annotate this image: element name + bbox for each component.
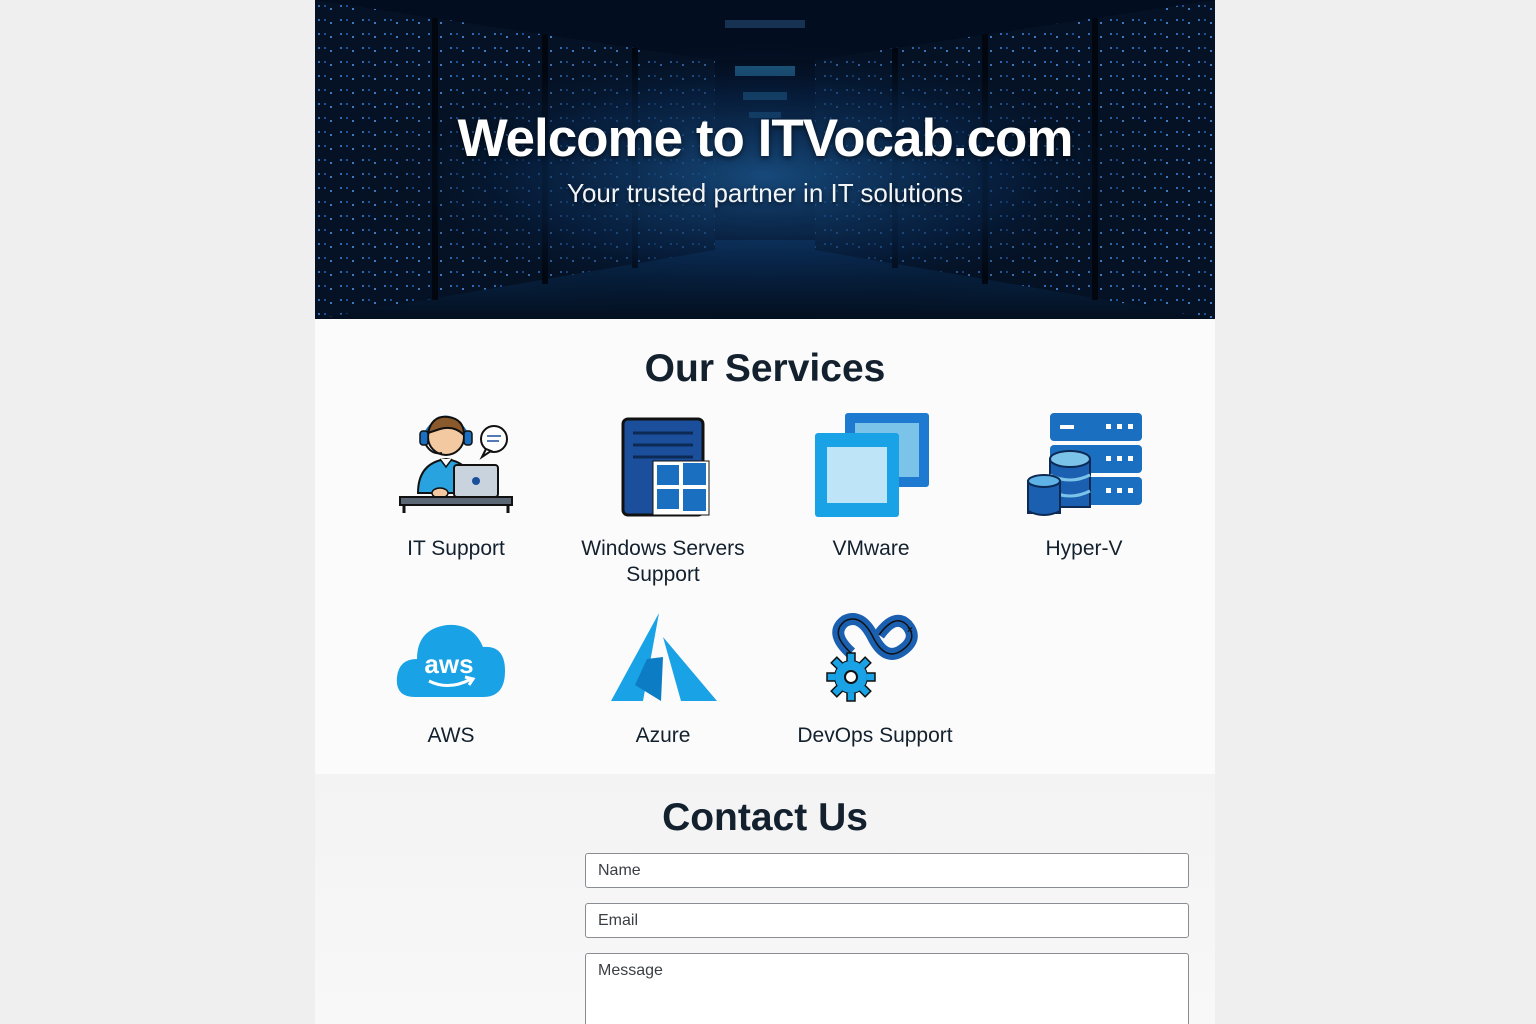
svg-text:×: × (907, 625, 913, 636)
svg-text:aws: aws (424, 649, 473, 679)
vmware-icon (815, 413, 929, 517)
service-card-aws[interactable]: aws AWS (346, 607, 556, 777)
service-card-windows-servers[interactable]: Windows Servers Support (558, 403, 768, 593)
service-label: DevOps Support (797, 724, 953, 747)
devops-gear-icon: × (826, 613, 918, 702)
message-field[interactable] (585, 953, 1189, 1024)
email-field[interactable] (585, 903, 1189, 938)
hero-subtitle: Your trusted partner in IT solutions (566, 178, 963, 208)
azure-icon (611, 613, 717, 701)
service-card-devops[interactable]: × DevOps Support (770, 607, 980, 777)
service-label: Windows Servers Support (581, 537, 745, 586)
aws-cloud-icon: aws (396, 624, 505, 697)
name-field[interactable] (585, 853, 1189, 888)
windows-server-icon (621, 417, 710, 517)
hyperv-server-icon (1027, 413, 1142, 516)
service-label: VMware (832, 537, 910, 560)
service-card-azure[interactable]: Azure (558, 607, 768, 777)
service-card-it-support[interactable]: IT Support (351, 403, 561, 573)
support-agent-icon (399, 415, 513, 513)
service-label: Azure (635, 724, 691, 747)
hero-title: Welcome to ITVocab.com (457, 109, 1073, 168)
service-card-vmware[interactable]: VMware (766, 403, 976, 573)
services-section: Our Services IT Support Windows Servers … (315, 319, 1215, 774)
contact-section: Contact Us (315, 774, 1215, 1024)
services-heading: Our Services (644, 347, 886, 390)
contact-heading: Contact Us (662, 796, 868, 839)
service-card-hyper-v[interactable]: Hyper-V (979, 403, 1189, 573)
service-label: IT Support (407, 537, 505, 560)
page: Welcome to ITVocab.com Your trusted part… (315, 0, 1215, 1024)
service-label: Hyper-V (1045, 537, 1123, 560)
service-label: AWS (427, 724, 475, 747)
hero-banner: Welcome to ITVocab.com Your trusted part… (315, 0, 1215, 319)
